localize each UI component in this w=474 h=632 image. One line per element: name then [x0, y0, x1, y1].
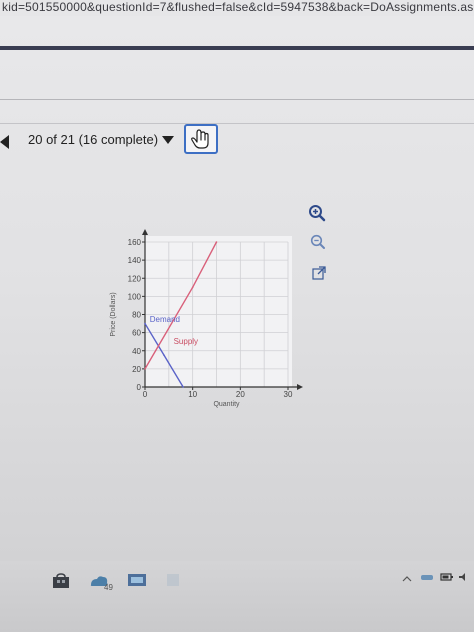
mail-app-icon[interactable] — [127, 572, 147, 593]
plot-area — [145, 236, 292, 387]
app-icon[interactable] — [166, 573, 180, 592]
data-point-supply — [191, 286, 194, 289]
zoom-in-icon[interactable] — [308, 204, 326, 227]
series-label-supply: Supply — [174, 337, 198, 346]
y-tick-label: 160 — [128, 238, 142, 247]
hand-pointer-button[interactable] — [184, 124, 218, 154]
y-tick-label: 140 — [128, 256, 142, 265]
y-tick-label: 100 — [128, 292, 142, 301]
taskbar: 49 — [0, 561, 474, 632]
divider — [0, 123, 474, 124]
battery-icon[interactable] — [440, 569, 454, 587]
page-content: 20 of 21 (16 complete) 0 20 40 60 80 100 120 14… — [0, 16, 474, 561]
x-tick-label: 0 — [143, 390, 148, 399]
hand-cursor-icon — [191, 129, 209, 149]
data-point-demand — [182, 386, 184, 388]
y-tick-label: 80 — [132, 311, 141, 320]
previous-question-arrow-icon[interactable] — [0, 135, 9, 149]
store-app-icon[interactable] — [52, 573, 70, 594]
x-axis-arrow — [297, 384, 303, 390]
data-point-demand — [144, 322, 146, 325]
x-tick-label: 20 — [236, 390, 245, 399]
y-axis-label: Price (Dollars) — [110, 292, 117, 336]
x-tick-label: 30 — [284, 390, 293, 399]
chevron-up-icon[interactable] — [402, 570, 412, 588]
y-tick-label: 120 — [128, 274, 142, 283]
x-tick-label: 10 — [188, 390, 197, 399]
data-point-supply — [144, 368, 146, 370]
y-tick-label: 0 — [137, 383, 142, 392]
header-band — [0, 46, 474, 50]
y-axis-arrow — [142, 229, 148, 235]
browser-url-bar[interactable]: kid=501550000&questionId=7&flushed=false… — [0, 0, 474, 16]
weather-temp: 49 — [104, 583, 113, 592]
data-point-supply — [215, 241, 218, 243]
question-count-label: 20 of 21 (16 complete) — [28, 132, 159, 147]
supply-demand-graph: 0 20 40 60 80 100 120 140 160 0 10 20 30 Quantity Pric… — [100, 216, 320, 431]
network-icon[interactable] — [420, 569, 434, 587]
question-selector[interactable]: 20 of 21 (16 complete) — [28, 132, 175, 147]
speaker-icon[interactable] — [458, 569, 470, 587]
y-tick-label: 60 — [132, 329, 141, 338]
y-tick-label: 40 — [132, 347, 141, 356]
divider — [0, 99, 474, 100]
caret-down-icon — [162, 135, 175, 144]
y-tick-label: 20 — [132, 365, 141, 374]
url-text: kid=501550000&questionId=7&flushed=false… — [2, 0, 474, 14]
zoom-out-icon[interactable] — [310, 234, 326, 255]
weather-widget[interactable]: 49 — [88, 573, 113, 594]
chart-svg: 0 20 40 60 80 100 120 140 160 0 10 20 30 Quantity Pric… — [110, 229, 303, 408]
data-point-demand — [163, 354, 165, 357]
series-label-demand: Demand — [150, 315, 180, 324]
x-axis-label: Quantity — [213, 401, 240, 408]
open-new-window-icon[interactable] — [312, 266, 326, 285]
